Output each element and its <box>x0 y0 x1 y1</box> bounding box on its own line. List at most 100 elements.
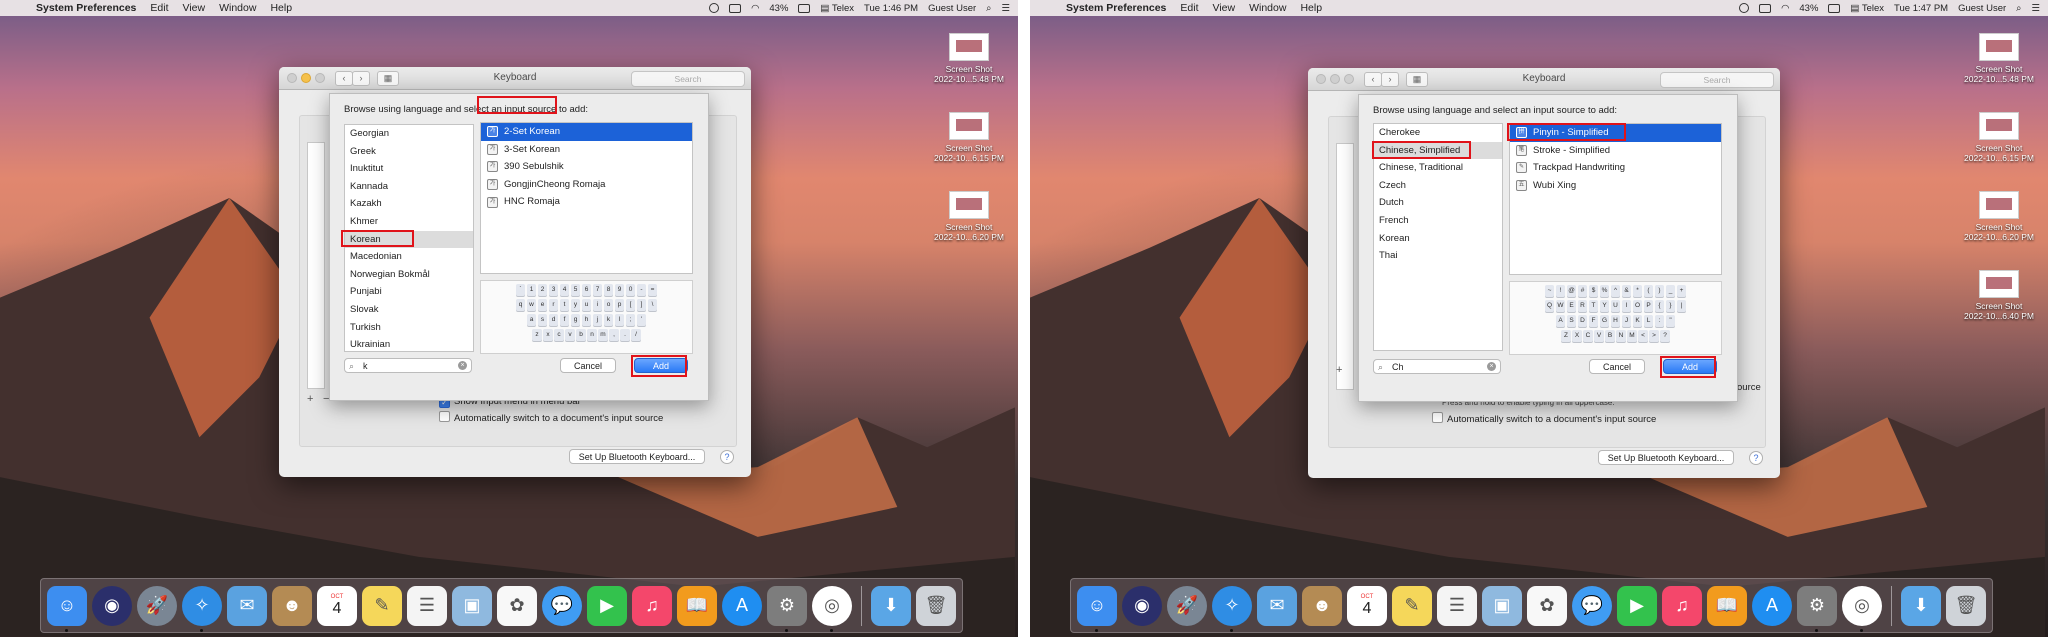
input-sources-list[interactable] <box>1336 143 1354 390</box>
contacts-icon[interactable]: ☻ <box>272 585 312 626</box>
menu-app-name[interactable]: System Preferences <box>1066 2 1166 14</box>
desktop-file[interactable]: Screen Shot 2022-10...6.40 PM <box>1964 270 2034 321</box>
downloads-folder-icon[interactable]: ⬇ <box>871 585 911 626</box>
airplay-icon[interactable] <box>1759 3 1772 13</box>
language-item[interactable]: Turkish <box>345 319 473 337</box>
calendar-icon[interactable]: OCT 4 <box>1347 585 1387 626</box>
appstore-icon[interactable]: A <box>1752 585 1792 626</box>
wifi-icon[interactable]: ◠ <box>751 3 759 14</box>
add-source-button[interactable]: + <box>307 393 313 405</box>
language-item[interactable]: Ukrainian <box>345 336 473 351</box>
menu-window[interactable]: Window <box>219 2 256 14</box>
source-item[interactable]: 笔 Stroke - Simplified <box>1510 142 1721 160</box>
language-item[interactable]: Chinese, Traditional <box>1374 159 1502 177</box>
trash-icon[interactable]: 🗑 <box>1946 585 1986 626</box>
wifi-icon[interactable]: ◠ <box>1781 3 1789 14</box>
system-preferences-icon[interactable]: ⚙ <box>767 585 807 632</box>
facetime-icon[interactable]: ▶ <box>1617 585 1657 626</box>
notes-icon[interactable]: ✎ <box>1392 585 1432 626</box>
menu-window[interactable]: Window <box>1249 2 1286 14</box>
cancel-button[interactable]: Cancel <box>560 358 616 373</box>
desktop-file[interactable]: Screen Shot 2022-10...6.15 PM <box>1964 112 2034 163</box>
auto-switch-checkbox[interactable] <box>1432 412 1443 423</box>
language-item[interactable]: Georgian <box>345 125 473 143</box>
source-item[interactable]: 가 390 Sebulshik <box>481 158 692 176</box>
search-field[interactable]: Search <box>631 71 745 87</box>
input-source-menu[interactable]: ▤ Telex <box>820 3 854 14</box>
desktop-file[interactable]: Screen Shot 2022-10...5.48 PM <box>934 33 1004 84</box>
language-item[interactable]: Czech <box>1374 177 1502 195</box>
desktop-file[interactable]: Screen Shot 2022-10...6.15 PM <box>934 112 1004 163</box>
source-item[interactable]: 가 GongjinCheong Romaja <box>481 176 692 194</box>
input-source-list[interactable]: 拼 Pinyin - Simplified 笔 Stroke - Simplifie… <box>1509 123 1722 275</box>
language-item[interactable]: Kannada <box>345 178 473 196</box>
auto-switch-option[interactable]: Automatically switch to a document's inp… <box>1432 412 1656 425</box>
auto-switch-option[interactable]: Automatically switch to a document's inp… <box>439 411 663 424</box>
calendar-icon[interactable]: OCT 4 <box>317 585 357 626</box>
help-button[interactable]: ? <box>720 450 734 464</box>
appstore-icon[interactable]: A <box>722 585 762 626</box>
desktop-file[interactable]: Screen Shot 2022-10...6.20 PM <box>934 191 1004 242</box>
safari-icon[interactable]: ✧ <box>182 585 222 632</box>
notification-center-icon[interactable]: ☰ <box>2031 3 2040 14</box>
messages-icon[interactable]: 💬 <box>542 585 582 626</box>
launchpad-icon[interactable]: 🚀 <box>137 585 177 626</box>
photos-icon[interactable]: ✿ <box>1527 585 1567 626</box>
chrome-icon[interactable]: ◎ <box>812 585 852 632</box>
language-search-field[interactable]: ⌕ Ch × <box>1373 359 1501 374</box>
music-icon[interactable]: ♫ <box>1662 585 1702 626</box>
notes-icon[interactable]: ✎ <box>362 585 402 626</box>
ibooks-icon[interactable]: 📖 <box>1707 585 1747 626</box>
source-item[interactable]: 가 HNC Romaja <box>481 193 692 211</box>
battery-percent[interactable]: 43% <box>1799 3 1818 14</box>
menu-help[interactable]: Help <box>270 2 292 14</box>
music-icon[interactable]: ♫ <box>632 585 672 626</box>
auto-switch-checkbox[interactable] <box>439 411 450 422</box>
battery-icon[interactable] <box>1828 3 1841 13</box>
language-item[interactable]: Kazakh <box>345 195 473 213</box>
menu-view[interactable]: View <box>1213 2 1236 14</box>
reminders-icon[interactable]: ☰ <box>407 585 447 626</box>
add-source-button[interactable]: + <box>1336 364 1342 376</box>
user-menu[interactable]: Guest User <box>928 3 976 14</box>
ibooks-icon[interactable]: 📖 <box>677 585 717 626</box>
notification-center-icon[interactable]: ☰ <box>1001 3 1010 14</box>
mail-icon[interactable]: ✉ <box>227 585 267 626</box>
preview-icon[interactable]: ▣ <box>452 585 492 626</box>
airplay-icon[interactable] <box>729 3 742 13</box>
clock[interactable]: Tue 1:47 PM <box>1894 3 1948 14</box>
search-field[interactable]: Search <box>1660 72 1774 88</box>
language-item[interactable]: Cherokee <box>1374 124 1502 142</box>
menu-help[interactable]: Help <box>1300 2 1322 14</box>
time-machine-icon[interactable] <box>709 3 720 13</box>
siri-icon[interactable]: ◉ <box>92 585 132 626</box>
spotlight-icon[interactable]: ⌕ <box>2016 3 2021 14</box>
language-item[interactable]: Slovak <box>345 301 473 319</box>
clear-search-icon[interactable]: × <box>458 361 467 370</box>
preview-icon[interactable]: ▣ <box>1482 585 1522 626</box>
finder-icon[interactable]: ☺ <box>1077 585 1117 632</box>
source-item[interactable]: ✎ Trackpad Handwriting <box>1510 159 1721 177</box>
menu-app-name[interactable]: System Preferences <box>36 2 136 14</box>
menu-edit[interactable]: Edit <box>150 2 168 14</box>
source-item[interactable]: 가 3-Set Korean <box>481 141 692 159</box>
spotlight-icon[interactable]: ⌕ <box>986 3 991 14</box>
language-item[interactable]: Norwegian Bokmål <box>345 266 473 284</box>
language-item[interactable]: Khmer <box>345 213 473 231</box>
mail-icon[interactable]: ✉ <box>1257 585 1297 626</box>
language-item[interactable]: Thai <box>1374 247 1502 265</box>
chrome-icon[interactable]: ◎ <box>1842 585 1882 632</box>
source-item-selected[interactable]: 가 2-Set Korean <box>481 123 692 141</box>
contacts-icon[interactable]: ☻ <box>1302 585 1342 626</box>
facetime-icon[interactable]: ▶ <box>587 585 627 626</box>
downloads-folder-icon[interactable]: ⬇ <box>1901 585 1941 626</box>
language-item[interactable]: Inuktitut <box>345 160 473 178</box>
source-item[interactable]: 五 Wubi Xing <box>1510 177 1721 195</box>
input-source-menu[interactable]: ▤ Telex <box>1850 3 1884 14</box>
bluetooth-keyboard-button[interactable]: Set Up Bluetooth Keyboard... <box>1598 450 1734 465</box>
messages-icon[interactable]: 💬 <box>1572 585 1612 626</box>
reminders-icon[interactable]: ☰ <box>1437 585 1477 626</box>
help-button[interactable]: ? <box>1749 451 1763 465</box>
user-menu[interactable]: Guest User <box>1958 3 2006 14</box>
system-preferences-icon[interactable]: ⚙ <box>1797 585 1837 632</box>
